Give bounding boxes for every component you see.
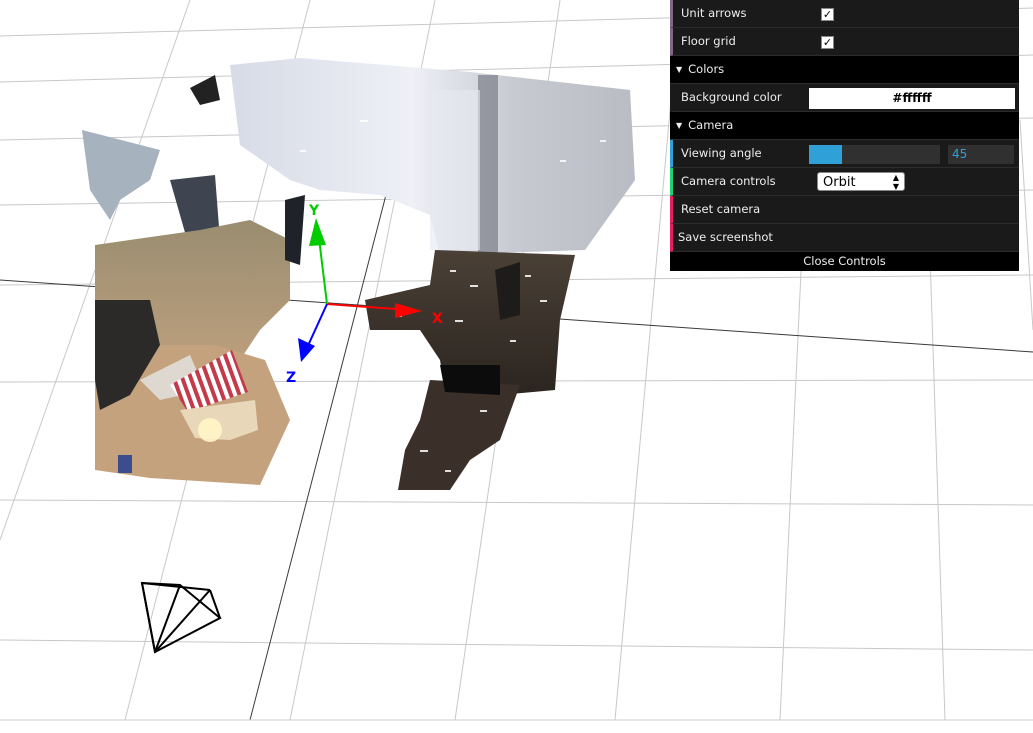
- floor-grid-checkbox[interactable]: ✓: [821, 36, 834, 49]
- reset-camera-button[interactable]: Reset camera: [670, 196, 1019, 224]
- camera-controls-value: Orbit: [823, 175, 856, 190]
- colors-folder-title: Colors: [688, 62, 725, 76]
- background-color-input[interactable]: #ffffff: [809, 88, 1015, 109]
- viewing-angle-row[interactable]: Viewing angle 45: [670, 140, 1019, 168]
- slider-fill: [809, 145, 842, 164]
- updown-arrow-icon: ▲ ▼: [892, 173, 899, 191]
- background-color-label: Background color: [681, 90, 782, 104]
- viewing-angle-input[interactable]: 45: [948, 145, 1014, 164]
- camera-controls-row[interactable]: Camera controls Orbit ▲ ▼: [670, 168, 1019, 196]
- y-axis-label: Y: [308, 203, 320, 219]
- reset-camera-label: Reset camera: [681, 202, 761, 216]
- controls-panel: Unit arrows ✓ Floor grid ✓ ▼ Colors Backg…: [670, 0, 1019, 271]
- unit-arrows-row[interactable]: Unit arrows ✓: [670, 0, 1019, 28]
- x-axis-label: X: [432, 311, 443, 327]
- camera-folder-title: Camera: [688, 118, 734, 132]
- camera-folder[interactable]: ▼ Camera: [670, 112, 1019, 140]
- z-axis-label: Z: [286, 370, 296, 386]
- unit-arrows-label: Unit arrows: [681, 6, 747, 20]
- camera-controls-label: Camera controls: [681, 174, 776, 188]
- viewing-angle-slider[interactable]: [809, 145, 940, 164]
- triangle-down-icon: ▼: [676, 65, 683, 74]
- viewing-angle-label: Viewing angle: [681, 146, 762, 160]
- colors-folder[interactable]: ▼ Colors: [670, 56, 1019, 84]
- floor-grid-row[interactable]: Floor grid ✓: [670, 28, 1019, 56]
- camera-controls-select[interactable]: Orbit ▲ ▼: [817, 172, 905, 191]
- unit-arrows-checkbox[interactable]: ✓: [821, 8, 834, 21]
- floor-grid-label: Floor grid: [681, 34, 736, 48]
- background-color-row[interactable]: Background color #ffffff: [670, 84, 1019, 112]
- save-screenshot-button[interactable]: Save screenshot: [670, 224, 1019, 252]
- close-controls-button[interactable]: Close Controls: [670, 252, 1019, 271]
- save-screenshot-label: Save screenshot: [678, 230, 773, 244]
- triangle-down-icon: ▼: [676, 121, 683, 130]
- point-cloud: [82, 58, 635, 490]
